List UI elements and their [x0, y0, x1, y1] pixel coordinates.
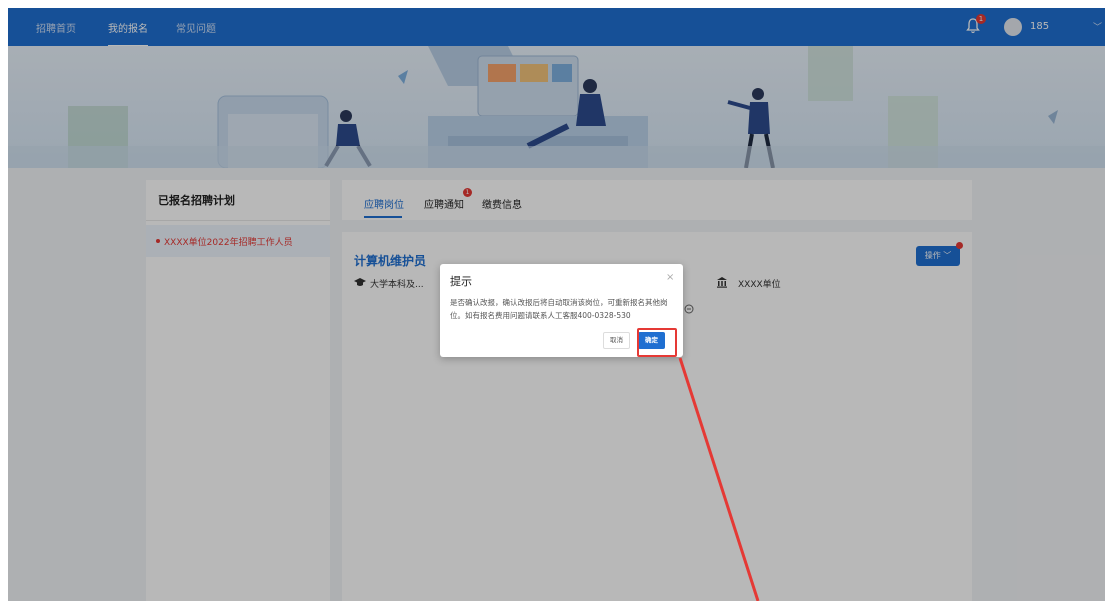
annotation-arrow [678, 357, 760, 601]
app-frame: 招聘首页 我的报名 常见问题 1 185 ﹀ 已报名招聘计划 XXXX单位202… [8, 8, 1105, 601]
